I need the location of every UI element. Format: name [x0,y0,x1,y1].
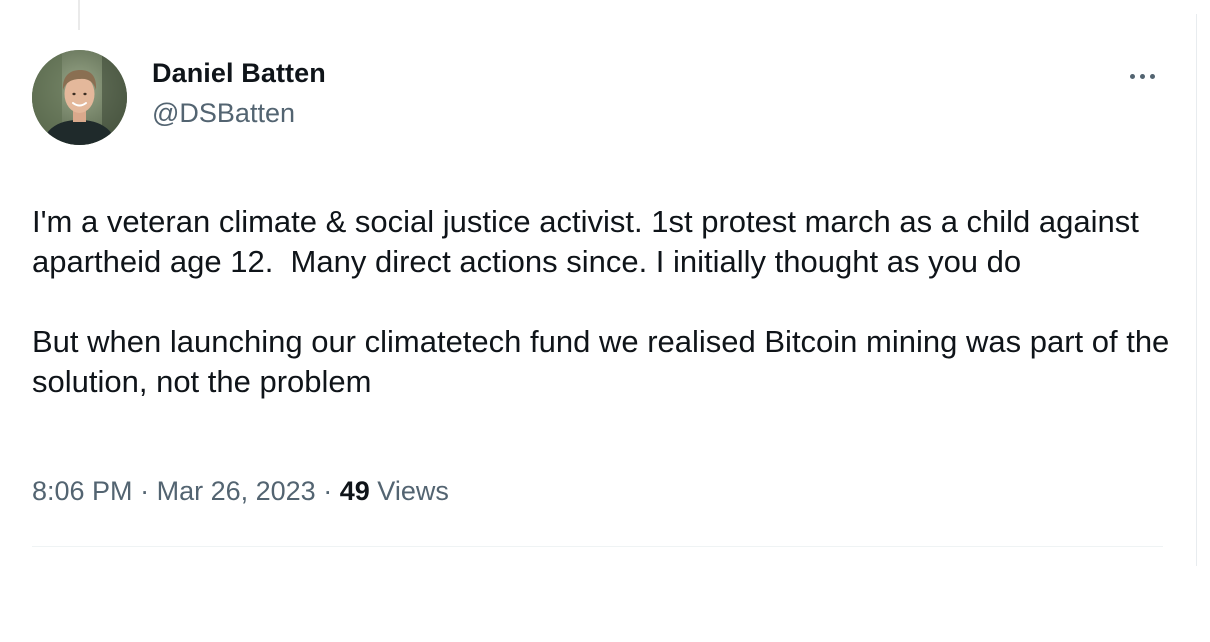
meta-separator: · [323,476,333,506]
user-handle[interactable]: @DSBatten [152,98,295,129]
meta-separator: · [140,476,150,506]
display-name[interactable]: Daniel Batten [152,58,326,89]
more-options-button[interactable] [1120,60,1164,92]
avatar-image [32,50,127,145]
views-label[interactable]: Views [377,476,449,506]
more-horizontal-icon [1129,73,1155,79]
tweet: Daniel Batten @DSBatten I'm a veteran cl… [0,0,1196,600]
avatar[interactable] [32,50,127,145]
views-count[interactable]: 49 [340,476,370,506]
tweet-text: I'm a veteran climate & social justice a… [32,204,1170,399]
tweet-meta: 8:06 PM · Mar 26, 2023 · 49 Views [32,476,449,507]
divider [32,546,1163,547]
tweet-time[interactable]: 8:06 PM [32,476,133,506]
column-divider [1196,14,1197,566]
tweet-date[interactable]: Mar 26, 2023 [157,476,316,506]
